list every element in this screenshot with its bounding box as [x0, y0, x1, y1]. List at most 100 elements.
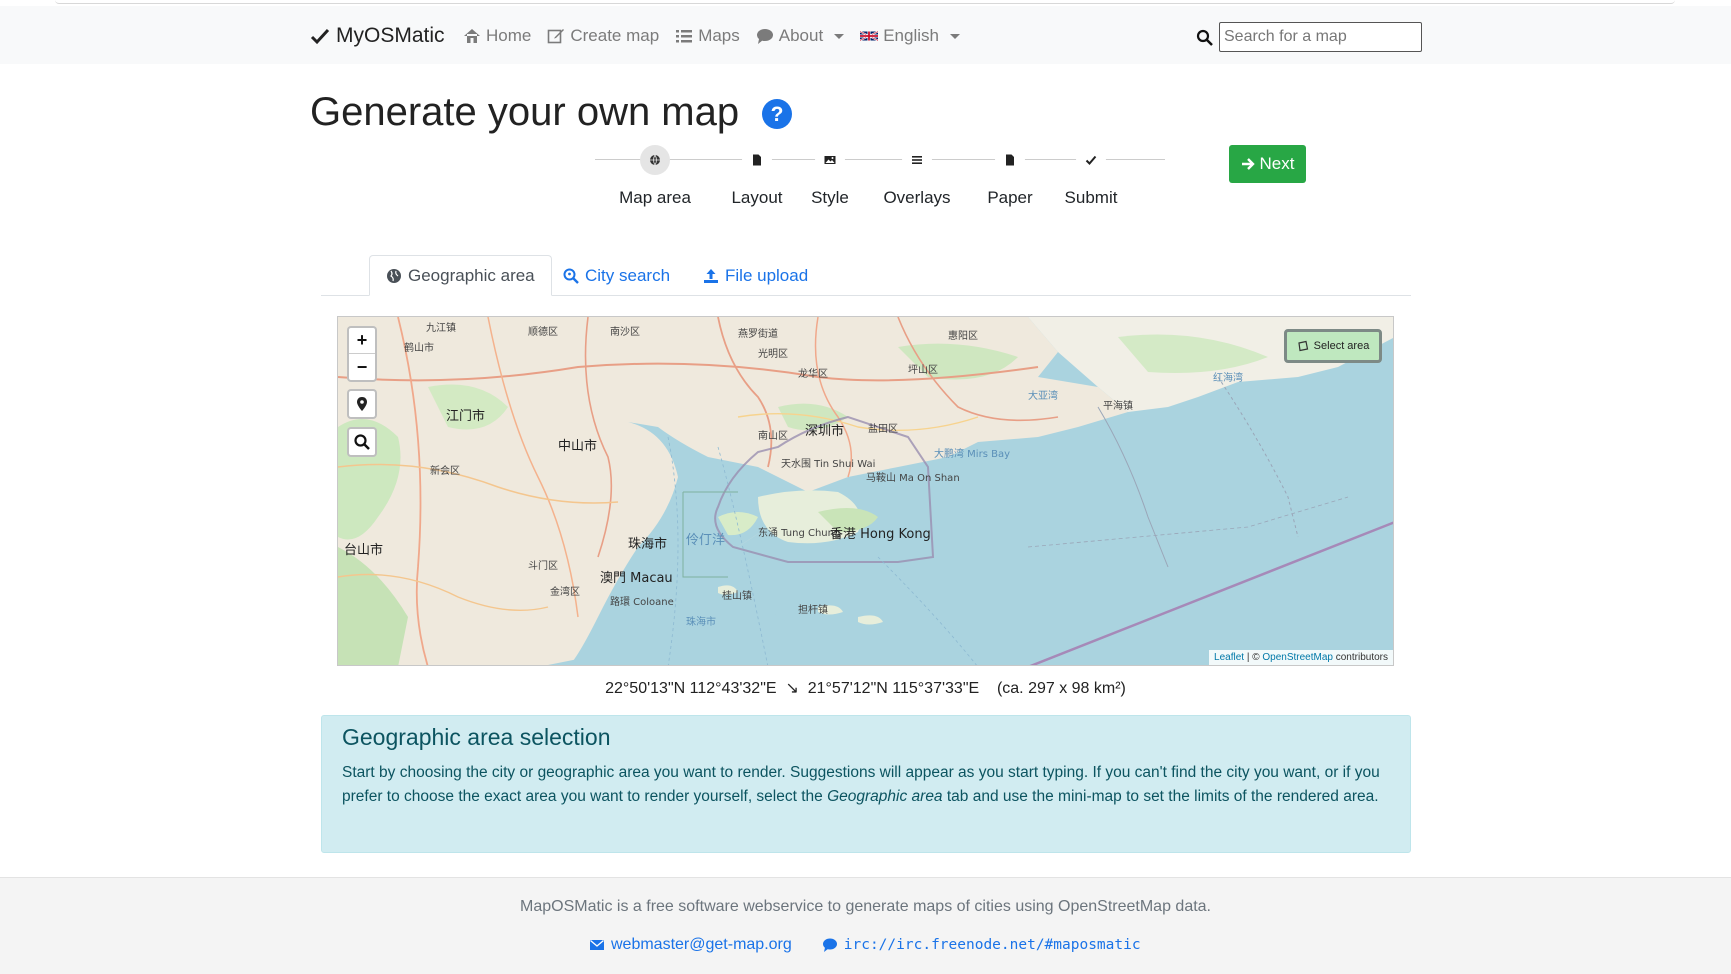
comment-icon [756, 29, 773, 44]
info-alert: Geographic area selection Start by choos… [321, 715, 1411, 853]
map-place-label: 大亚湾 [1028, 391, 1058, 402]
upload-icon [704, 268, 718, 283]
map-place-label: 中山市 [558, 439, 598, 454]
email-link[interactable]: webmaster@get-map.org [589, 936, 792, 954]
tab-geographic-area[interactable]: Geographic area [369, 255, 552, 296]
nav-create-map-label: Create map [570, 26, 660, 45]
brand-label: MyOSMatic [336, 24, 445, 47]
map-place-label: 珠海市 [686, 617, 716, 628]
mini-map[interactable]: 九江镇 顺德区 南沙区 燕罗街道 惠阳区 鹤山市 光明区 龙华区 坪山区 江门市… [337, 316, 1394, 666]
coord-se: 21°57'12"N 115°37'33"E [807, 680, 980, 697]
map-place-label: 盐田区 [868, 424, 898, 435]
map-place-label: 龙华区 [798, 369, 828, 380]
bbox-coordinates: 22°50'13"N 112°43'32"E ↘ 21°57'12"N 115°… [337, 678, 1394, 698]
nav-language-dropdown[interactable]: English [860, 26, 960, 46]
zoom-in-button[interactable]: + [349, 328, 375, 354]
nav-maps[interactable]: Maps [675, 26, 740, 46]
map-place-label: 马鞍山 Ma On Shan [866, 473, 960, 484]
map-place-label: 路環 Coloane [610, 597, 674, 608]
attribution-tail: contributors [1332, 652, 1388, 663]
list-icon [676, 30, 693, 43]
navbar: MyOSMatic Home Create map Maps About Eng… [0, 6, 1731, 64]
map-place-label: 南沙区 [610, 327, 640, 338]
image-icon [824, 156, 836, 164]
map-place-label: 顺德区 [528, 327, 558, 338]
osm-link[interactable]: OpenStreetMap [1262, 652, 1333, 663]
zoom-out-button[interactable]: − [349, 354, 375, 380]
nav-menu: Home Create map Maps About English [463, 26, 960, 46]
nav-home[interactable]: Home [463, 26, 531, 46]
tab-city-search[interactable]: City search [547, 255, 686, 296]
map-place-label: 澳門 Macau [600, 571, 673, 586]
map-place-label: 金湾区 [550, 587, 580, 598]
step-submit[interactable]: Submit [1031, 145, 1151, 208]
map-marker-icon [357, 397, 367, 411]
map-place-label: 大鹏湾 Mirs Bay [934, 449, 1010, 460]
nav-maps-label: Maps [698, 26, 740, 45]
nav-about-dropdown[interactable]: About [756, 26, 845, 46]
arrow-right-icon [1241, 158, 1255, 170]
map-place-label: 台山市 [344, 543, 384, 558]
map-place-label: 惠阳区 [948, 331, 978, 342]
map-search [1196, 22, 1422, 52]
check-icon [1085, 155, 1097, 165]
tab-label: City search [585, 265, 671, 285]
map-place-label: 香港 Hong Kong [830, 527, 931, 542]
map-place-label: 光明区 [758, 349, 788, 360]
tab-label: File upload [725, 265, 809, 285]
select-area-button[interactable]: Select area [1284, 329, 1382, 363]
nav-language-label: English [883, 26, 939, 45]
map-place-label: 桂山镇 [722, 591, 752, 602]
brand-link[interactable]: MyOSMatic [310, 24, 445, 48]
map-place-label: 天水围 Tin Shui Wai [781, 459, 876, 470]
map-place-label: 鹤山市 [404, 343, 434, 354]
next-button[interactable]: Next [1229, 145, 1306, 183]
svg-text:?: ? [771, 103, 784, 126]
uk-flag-icon [860, 30, 879, 42]
step-dot [815, 145, 845, 175]
help-icon[interactable]: ? [761, 98, 793, 130]
email-label: webmaster@get-map.org [611, 936, 792, 953]
map-place-label: 斗门区 [528, 561, 558, 572]
info-title: Geographic area selection [342, 724, 611, 750]
map-place-label: 红海湾 [1213, 373, 1243, 384]
next-button-label: Next [1259, 154, 1295, 173]
map-place-label: 伶仃洋 [686, 533, 726, 548]
select-area-label: Select area [1313, 340, 1370, 352]
map-place-label: 珠海市 [628, 537, 668, 552]
bbox-area: (ca. 297 x 98 km²) [996, 680, 1126, 697]
map-place-label: 南山区 [758, 431, 788, 442]
irc-label: irc://irc.freenode.net/#maposmatic [843, 937, 1141, 953]
locate-button[interactable] [347, 389, 377, 419]
map-place-label: 担杆镇 [798, 605, 828, 616]
map-attribution: Leaflet | © OpenStreetMap contributors [1209, 650, 1393, 665]
edit-icon [548, 29, 565, 44]
home-icon [464, 29, 480, 43]
attribution-separator: | © [1244, 652, 1263, 663]
nav-about-label: About [778, 26, 824, 45]
search-input[interactable] [1219, 22, 1422, 52]
bars-icon [912, 156, 922, 164]
chevron-down-icon [834, 33, 845, 39]
info-text-part: tab and use the mini-map to set the limi… [942, 788, 1379, 805]
envelope-icon [590, 940, 604, 950]
tab-file-upload[interactable]: File upload [687, 255, 824, 296]
step-dot [902, 145, 932, 175]
step-dot [742, 145, 772, 175]
footer: MapOSMatic is a free software webservice… [0, 877, 1731, 974]
footer-links: webmaster@get-map.org irc://irc.freenode… [589, 936, 1141, 954]
info-text: Start by choosing the city or geographic… [342, 761, 1390, 809]
nav-create-map[interactable]: Create map [547, 26, 659, 46]
search-icon [1196, 29, 1213, 46]
map-search-button[interactable] [347, 427, 377, 457]
coord-nw: 22°50'13"N 112°43'32"E [605, 680, 777, 697]
map-place-label: 新会区 [430, 466, 460, 477]
irc-link[interactable]: irc://irc.freenode.net/#maposmatic [822, 936, 1141, 954]
zoom-control: + − [347, 326, 377, 382]
map-place-label: 平海镇 [1103, 401, 1133, 412]
leaflet-link[interactable]: Leaflet [1214, 652, 1244, 663]
page-title: Generate your own map [310, 90, 740, 134]
tab-label: Geographic area [408, 265, 535, 285]
globe-icon [387, 268, 401, 283]
arrow-se-icon: ↘ [785, 680, 799, 697]
